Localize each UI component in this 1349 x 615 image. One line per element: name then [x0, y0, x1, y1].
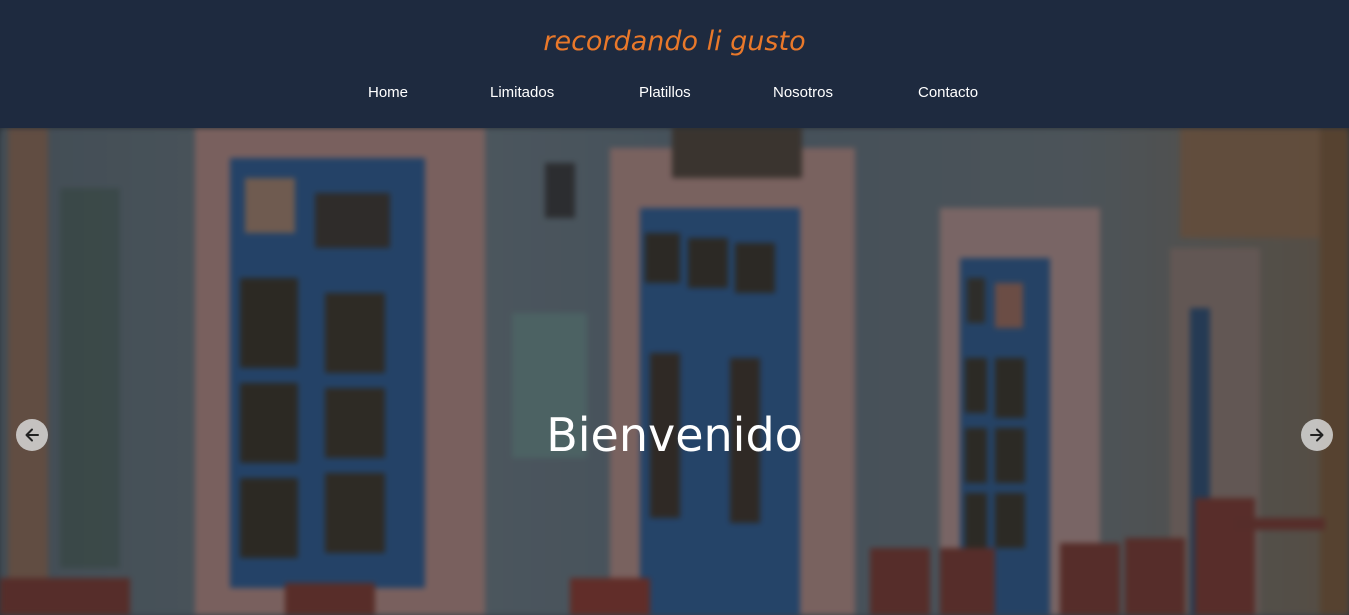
site-brand-logo[interactable]: recordando li gusto: [0, 26, 1349, 57]
hero-carousel: Bienvenido: [0, 128, 1349, 615]
nav-item-contacto[interactable]: Contacto: [918, 84, 978, 101]
arrow-right-icon: [1310, 428, 1324, 442]
nav-item-home[interactable]: Home: [368, 84, 408, 101]
hero-title: Bienvenido: [546, 408, 803, 462]
carousel-next-button[interactable]: [1301, 419, 1333, 451]
site-header: recordando li gusto Home Limitados Plati…: [0, 0, 1349, 128]
carousel-prev-button[interactable]: [16, 419, 48, 451]
nav-item-limitados[interactable]: Limitados: [490, 84, 554, 101]
main-nav: Home Limitados Platillos Nosotros Contac…: [0, 84, 1349, 104]
arrow-left-icon: [25, 428, 39, 442]
nav-item-platillos[interactable]: Platillos: [639, 84, 691, 101]
nav-item-nosotros[interactable]: Nosotros: [773, 84, 833, 101]
hero-dark-overlay: [0, 128, 1349, 615]
